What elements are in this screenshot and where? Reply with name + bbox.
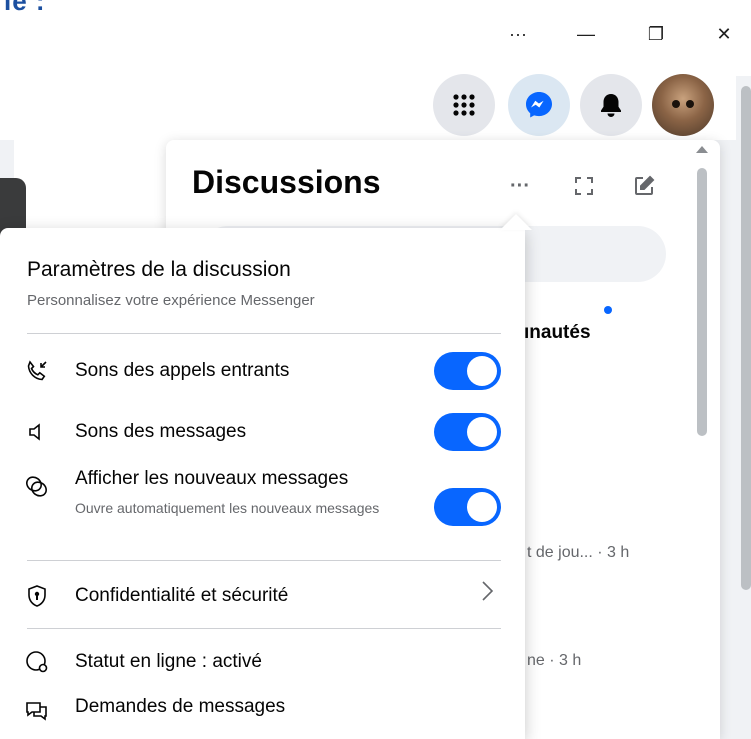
incoming-call-icon bbox=[24, 358, 50, 384]
privacy-security-row[interactable]: Confidentialité et sécurité bbox=[14, 575, 514, 619]
divider bbox=[27, 560, 501, 561]
message-sounds-row[interactable]: Sons des messages bbox=[14, 413, 514, 457]
discussions-options-button[interactable]: ··· bbox=[502, 168, 538, 204]
show-new-messages-toggle[interactable] bbox=[434, 488, 501, 526]
restore-button[interactable]: ❐ bbox=[636, 14, 676, 54]
message-requests-label: Demandes de messages bbox=[75, 696, 286, 717]
new-message-button[interactable] bbox=[626, 168, 662, 204]
scroll-up-arrow-icon[interactable] bbox=[696, 146, 708, 153]
show-new-messages-description: Ouvre automatiquement les nouveaux messa… bbox=[75, 500, 380, 516]
messenger-icon bbox=[526, 92, 552, 118]
conversation-snippet: ne · 3 h bbox=[527, 652, 582, 669]
show-new-messages-row[interactable]: Afficher les nouveaux messages Ouvre aut… bbox=[14, 466, 514, 546]
chevron-right-icon bbox=[480, 579, 494, 610]
expand-icon bbox=[575, 177, 593, 195]
menu-grid-button[interactable] bbox=[433, 74, 495, 136]
communities-tab-fragment[interactable]: ınautés bbox=[524, 322, 591, 344]
privacy-security-label: Confidentialité et sécurité bbox=[75, 585, 289, 606]
message-sounds-toggle[interactable] bbox=[434, 413, 501, 451]
avatar-eye bbox=[672, 100, 680, 108]
message-sounds-label: Sons des messages bbox=[75, 421, 247, 442]
online-status-row[interactable]: Statut en ligne : activé bbox=[14, 643, 514, 683]
divider bbox=[27, 628, 501, 629]
more-options-button[interactable]: ··· bbox=[498, 14, 538, 54]
minimize-button[interactable]: — bbox=[566, 14, 606, 54]
settings-subtitle: Personnalisez votre expérience Messenger bbox=[27, 292, 315, 309]
menu-caret bbox=[500, 214, 532, 230]
page-scrollbar-thumb[interactable] bbox=[741, 86, 751, 590]
bell-icon bbox=[601, 94, 621, 117]
messenger-button[interactable] bbox=[508, 74, 570, 136]
expand-button[interactable] bbox=[566, 168, 602, 204]
notifications-button[interactable] bbox=[580, 74, 642, 136]
profile-avatar[interactable] bbox=[652, 74, 714, 136]
incoming-call-sounds-row[interactable]: Sons des appels entrants bbox=[14, 352, 514, 396]
avatar-eye bbox=[686, 100, 694, 108]
conversation-snippet: t de jou... · 3 h bbox=[527, 544, 630, 561]
incoming-call-sounds-toggle[interactable] bbox=[434, 352, 501, 390]
toggle-knob bbox=[467, 417, 497, 447]
message-requests-row[interactable]: Demandes de messages bbox=[14, 694, 514, 734]
incoming-call-sounds-label: Sons des appels entrants bbox=[75, 360, 290, 381]
discussions-title: Discussions bbox=[192, 164, 381, 200]
page-title-fragment: ie : bbox=[4, 0, 46, 16]
chat-bubbles-icon bbox=[24, 474, 50, 500]
unread-dot bbox=[604, 306, 612, 314]
toggle-knob bbox=[467, 492, 497, 522]
grid-icon bbox=[453, 94, 475, 116]
close-button[interactable]: ✕ bbox=[704, 14, 744, 54]
speaker-icon bbox=[24, 419, 50, 445]
toggle-knob bbox=[467, 356, 497, 386]
message-requests-icon bbox=[24, 698, 50, 724]
panel-scrollbar-thumb[interactable] bbox=[697, 168, 707, 436]
online-status-label: Statut en ligne : activé bbox=[75, 651, 262, 672]
settings-title: Paramètres de la discussion bbox=[27, 258, 291, 281]
shield-icon bbox=[24, 583, 50, 609]
show-new-messages-label: Afficher les nouveaux messages bbox=[75, 468, 349, 489]
compose-icon bbox=[635, 175, 655, 195]
online-status-icon bbox=[24, 649, 50, 675]
divider bbox=[27, 333, 501, 334]
